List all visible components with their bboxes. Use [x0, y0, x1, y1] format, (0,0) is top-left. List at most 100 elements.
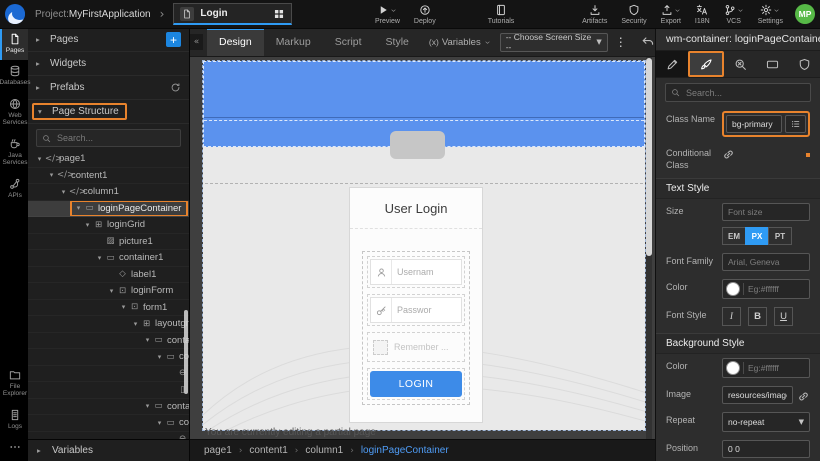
screen-size-select[interactable]: -- Choose Screen Size -- ▼ [500, 33, 608, 52]
canvas-tab-markup[interactable]: Markup [264, 28, 323, 56]
section-page-structure[interactable]: ▾Page Structure [28, 100, 189, 124]
tree-node-column1[interactable]: ▾</>column1 [28, 184, 189, 201]
breadcrumb-item-page1[interactable]: page1 [204, 445, 232, 456]
structure-search-input[interactable] [55, 132, 175, 144]
rail-item-logs[interactable]: Logs [0, 404, 28, 436]
canvas-tab-style[interactable]: Style [374, 28, 421, 56]
username-row[interactable]: Usernam [367, 256, 465, 288]
bg-color-input[interactable] [744, 363, 809, 373]
class-list-button[interactable] [785, 115, 806, 133]
expanded-arrow-icon[interactable]: ▾ [106, 287, 117, 295]
topbar-action-settings[interactable]: Settings [751, 0, 790, 28]
expanded-arrow-icon[interactable]: ▾ [73, 204, 84, 212]
expanded-arrow-icon[interactable]: ▾ [154, 419, 165, 427]
properties-tab-styles[interactable] [688, 51, 724, 77]
tree-node-ico[interactable]: ⊖ico [28, 432, 189, 440]
font-size-input[interactable] [722, 203, 810, 221]
variables-section[interactable]: ▸ Variables [28, 439, 189, 461]
breadcrumb-item-loginPageContainer[interactable]: loginPageContainer [361, 445, 449, 456]
rail-item-java-services[interactable]: Java Services [0, 133, 28, 173]
expanded-arrow-icon[interactable]: ▾ [142, 402, 153, 410]
bind-link-icon[interactable] [722, 148, 735, 161]
font-style-bold-button[interactable]: B [748, 307, 767, 326]
expanded-arrow-icon[interactable]: ▾ [130, 320, 141, 328]
properties-search[interactable] [665, 83, 811, 102]
tree-node-loginForm[interactable]: ▾⊡loginForm [28, 283, 189, 300]
rail-item-file-explorer[interactable]: File Explorer [0, 364, 28, 404]
expanded-arrow-icon[interactable]: ▾ [58, 188, 69, 196]
topbar-action-deploy[interactable]: Deploy [407, 0, 443, 28]
breadcrumb-item-content1[interactable]: content1 [249, 445, 287, 456]
tree-node-ico[interactable]: ⊖ico [28, 366, 189, 383]
page-tab-login[interactable]: Login [173, 3, 292, 25]
topbar-action-security[interactable]: Security [614, 0, 653, 28]
bind-link-icon[interactable] [797, 390, 810, 403]
canvas-scrollbar[interactable] [646, 57, 652, 439]
user-avatar[interactable]: MP [795, 4, 815, 24]
dashboard-grid-icon[interactable] [273, 8, 285, 20]
expanded-arrow-icon[interactable]: ▾ [46, 171, 57, 179]
tree-node-contain[interactable]: ▾▭contain [28, 399, 189, 416]
bg-repeat-select[interactable]: no-repeat ▼ [722, 412, 810, 432]
tree-node-label1[interactable]: ◇label1 [28, 267, 189, 284]
topbar-action-tutorials[interactable]: Tutorials [481, 0, 522, 28]
properties-tab-events[interactable] [724, 51, 756, 77]
app-logo-icon[interactable] [5, 4, 25, 24]
tree-node-loginPageContainer[interactable]: ▾▭loginPageContainer [28, 201, 189, 218]
font-family-input[interactable] [722, 253, 810, 271]
tree-node-content1[interactable]: ▾</>content1 [28, 168, 189, 185]
remember-checkbox[interactable] [373, 340, 388, 355]
tree-node-loginGrid[interactable]: ▾⊞loginGrid [28, 217, 189, 234]
add-page-button[interactable]: + [166, 32, 181, 47]
topbar-action-preview[interactable]: Preview [368, 0, 407, 28]
unit-button-pt[interactable]: PT [768, 227, 792, 245]
tree-node-picture1[interactable]: ▨picture1 [28, 234, 189, 251]
rail-item-more[interactable] [0, 436, 28, 461]
topbar-action-i18n[interactable]: I18N [688, 0, 717, 28]
section-pages[interactable]: ▸Pages+ [28, 28, 189, 52]
font-style-underline-button[interactable]: U [774, 307, 793, 326]
tree-node-j_us[interactable]: ▯j_us [28, 382, 189, 399]
class-name-input[interactable] [726, 115, 782, 133]
color-swatch[interactable] [726, 282, 740, 296]
canvas-scrollbar-thumb[interactable] [646, 58, 652, 256]
canvas-tab-script[interactable]: Script [323, 28, 374, 56]
canvas-tab-design[interactable]: Design [207, 28, 264, 56]
collapse-left-panel-button[interactable]: « [190, 34, 203, 50]
tree-node-con[interactable]: ▾▭con [28, 349, 189, 366]
topbar-action-artifacts[interactable]: Artifacts [575, 0, 614, 28]
bg-color-swatch[interactable] [726, 361, 740, 375]
remember-row[interactable]: Remember ... [367, 332, 465, 362]
tree-node-container1[interactable]: ▾▭container1 [28, 250, 189, 267]
section-widgets[interactable]: ▸Widgets [28, 52, 189, 76]
login-form[interactable]: Usernam Passwor Rememb [362, 251, 470, 405]
tree-node-layoutgrid2[interactable]: ▾⊞layoutgrid2 [28, 316, 189, 333]
expanded-arrow-icon[interactable]: ▾ [94, 254, 105, 262]
bg-position-input[interactable] [722, 440, 810, 458]
bg-image-input[interactable] [722, 386, 793, 404]
login-button[interactable]: LOGIN [370, 371, 462, 397]
font-style-italic-button[interactable]: I [722, 307, 741, 326]
username-input[interactable]: Usernam [392, 267, 461, 277]
tree-node-con[interactable]: ▾▭con [28, 415, 189, 432]
properties-tab-properties[interactable] [656, 51, 688, 77]
rail-item-web-services[interactable]: Web Services [0, 93, 28, 133]
breadcrumb-item-column1[interactable]: column1 [305, 445, 343, 456]
picture-placeholder[interactable] [390, 131, 445, 159]
properties-tab-device[interactable] [756, 51, 788, 77]
expanded-arrow-icon[interactable]: ▾ [34, 155, 45, 163]
expanded-arrow-icon[interactable]: ▾ [82, 221, 93, 229]
topbar-action-vcs[interactable]: VCS [717, 0, 751, 28]
variables-dropdown-button[interactable]: (x) Variables [429, 37, 491, 48]
structure-search[interactable] [36, 129, 181, 147]
password-input[interactable]: Passwor [392, 305, 461, 315]
unit-button-px[interactable]: PX [745, 227, 768, 245]
topbar-action-export[interactable]: Export [654, 0, 688, 28]
password-row[interactable]: Passwor [367, 294, 465, 326]
expanded-arrow-icon[interactable]: ▾ [142, 336, 153, 344]
login-page-preview[interactable]: User Login Usernam Passwor [203, 61, 645, 430]
rail-item-apis[interactable]: APIs [0, 173, 28, 205]
tree-node-contain[interactable]: ▾▭contain [28, 333, 189, 350]
more-options-kebab-icon[interactable]: ⋮ [615, 35, 627, 49]
expanded-arrow-icon[interactable]: ▾ [118, 303, 129, 311]
